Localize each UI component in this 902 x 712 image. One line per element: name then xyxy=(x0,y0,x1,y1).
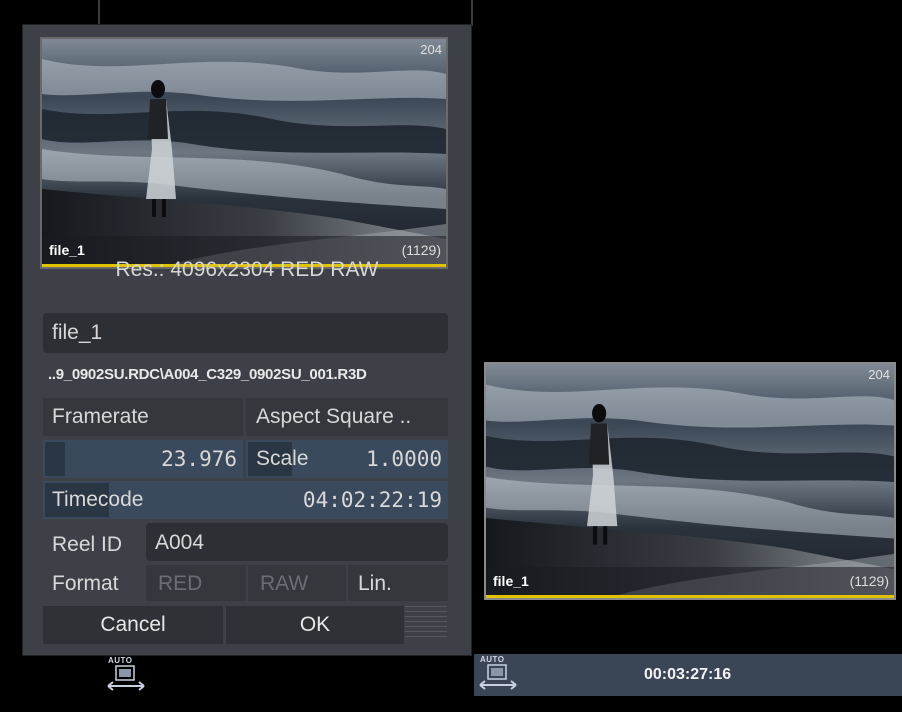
timeline-divider-left xyxy=(98,0,100,24)
reelid-value: A004 xyxy=(155,531,205,554)
preview-caption: file_1 (1129) xyxy=(486,567,894,598)
aspect-dropdown[interactable]: Aspect Square .. xyxy=(246,398,448,436)
auto-track-button[interactable]: AUTO xyxy=(104,656,148,696)
framerate-value: 23.976 xyxy=(161,447,237,471)
framerate-label-box: Framerate xyxy=(43,398,243,436)
timecode-value: 04:02:22:19 xyxy=(302,488,442,512)
clip-name-field[interactable]: file_1 xyxy=(43,313,448,353)
ok-button[interactable]: OK xyxy=(226,606,404,644)
format-lin-option[interactable]: Lin. xyxy=(348,565,448,601)
preview-name: file_1 xyxy=(493,573,529,589)
scale-label: Scale xyxy=(256,447,309,470)
thumbnail-count: (1129) xyxy=(401,242,441,258)
preview-monitor: 204 file_1 (1129) xyxy=(484,362,896,600)
preview-badge: 204 xyxy=(868,367,890,382)
dialog-thumbnail: 204 file_1 (1129) xyxy=(40,37,448,269)
format-red-label: RED xyxy=(158,572,203,595)
clip-name-value: file_1 xyxy=(52,321,103,344)
format-lin-label: Lin. xyxy=(358,572,392,595)
format-label: Format xyxy=(52,572,119,595)
framerate-label: Framerate xyxy=(52,405,149,428)
auto-arrows-icon xyxy=(107,665,145,691)
timeline-divider-right xyxy=(471,0,473,26)
auto-arrows-icon-2 xyxy=(479,664,517,690)
auto-track-button-2[interactable]: AUTO xyxy=(476,655,520,695)
aspect-label: Aspect Square .. xyxy=(256,405,412,428)
scale-value: 1.0000 xyxy=(366,447,442,471)
timecode-field[interactable]: Timecode 04:02:22:19 xyxy=(43,481,448,519)
thumbnail-badge: 204 xyxy=(420,42,442,57)
beach-image-preview xyxy=(486,364,894,598)
thumbnail-name: file_1 xyxy=(49,242,85,258)
resize-grip[interactable] xyxy=(405,606,447,640)
framerate-value-field[interactable]: 23.976 xyxy=(43,440,243,478)
timeline-bar[interactable]: 00:03:27:16 xyxy=(474,654,902,696)
framerate-slider-handle[interactable] xyxy=(45,442,65,476)
file-path-text: ..9_0902SU.RDC\A004_C329_0902SU_001.R3D xyxy=(48,366,367,383)
reelid-label: Reel ID xyxy=(52,533,123,556)
reelid-field[interactable]: A004 xyxy=(146,523,448,561)
timeline-timecode: 00:03:27:16 xyxy=(644,666,732,683)
beach-image xyxy=(42,39,446,267)
resolution-text: Res.: 4096x2304 RED RAW xyxy=(115,258,379,281)
scale-field[interactable]: Scale 1.0000 xyxy=(246,440,448,478)
timecode-label: Timecode xyxy=(52,488,144,511)
format-raw-option[interactable]: RAW xyxy=(248,565,346,601)
format-raw-label: RAW xyxy=(260,572,309,595)
preview-count: (1129) xyxy=(849,573,889,589)
format-red-option[interactable]: RED xyxy=(146,565,246,601)
cancel-button[interactable]: Cancel xyxy=(43,606,223,644)
